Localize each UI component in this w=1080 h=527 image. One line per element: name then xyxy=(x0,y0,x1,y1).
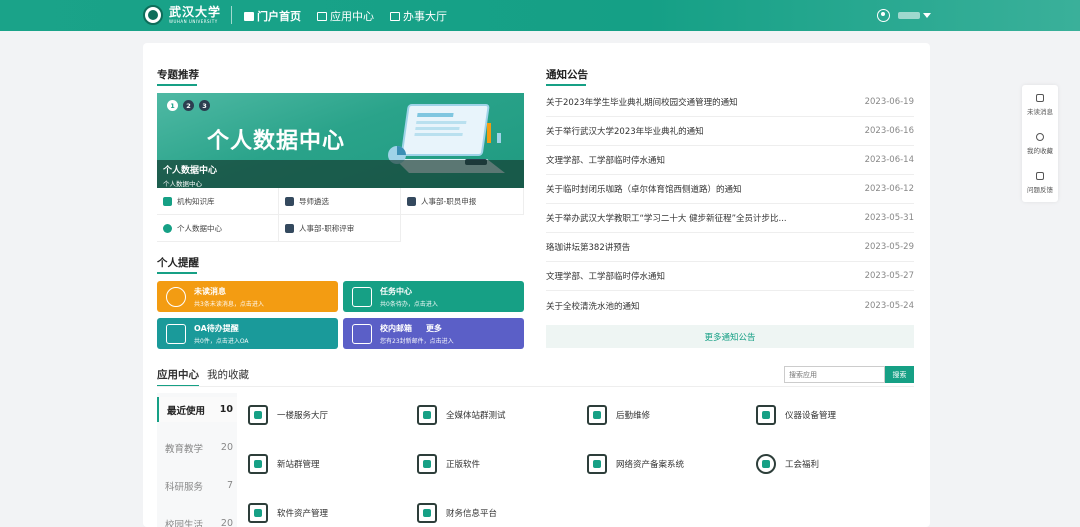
tab-divider xyxy=(157,386,914,387)
apps-icon xyxy=(317,11,327,21)
notices-title: 通知公告 xyxy=(546,67,588,86)
nav-app-center[interactable]: 应用中心 xyxy=(317,8,374,24)
banner-dot[interactable]: 2 xyxy=(183,100,194,111)
notice-item[interactable]: 文理学部、工学部临时停水通知 2023-05-27 xyxy=(546,262,914,291)
banner-headline: 个人数据中心 xyxy=(207,129,346,154)
service-hall-icon xyxy=(248,405,268,425)
app-center-tabs: 应用中心 我的收藏 xyxy=(157,367,257,387)
user-avatar-icon xyxy=(877,9,890,22)
topic-link[interactable]: 机构知识库 xyxy=(157,188,279,215)
main-card: 专题推荐 1 2 3 个人数据中心 个人数据中心 个人数据中心 机构知识库 导师… xyxy=(143,43,930,527)
notice-item[interactable]: 关于临时封闭乐咖路（卓尔体育馆西侧道路）的通知 2023-06-12 xyxy=(546,175,914,204)
feedback-icon xyxy=(1036,171,1044,180)
notice-item[interactable]: 文理学部、工学部临时停水通知 2023-06-14 xyxy=(546,146,914,175)
user-name-redacted xyxy=(898,12,920,19)
chevron-down-icon xyxy=(923,13,931,18)
app-tile[interactable]: 正版软件 xyxy=(417,454,480,474)
float-my-favorites[interactable]: 我的收藏 xyxy=(1022,124,1058,163)
banner-dot[interactable]: 3 xyxy=(199,100,210,111)
mail-icon xyxy=(352,323,372,344)
topic-link[interactable]: 个人数据中心 xyxy=(157,215,279,242)
media-site-icon xyxy=(417,405,437,425)
topic-link[interactable]: 人事部-职员申报 xyxy=(401,188,524,215)
side-float-toolbar: 未读消息 我的收藏 问题反馈 xyxy=(1022,85,1058,202)
task-icon xyxy=(352,286,372,307)
title-review-icon xyxy=(285,223,294,233)
main-nav: 门户首页 应用中心 办事大厅 xyxy=(244,8,463,24)
logo-text-en: WUHAN UNIVERSITY xyxy=(169,19,218,24)
nav-home[interactable]: 门户首页 xyxy=(244,8,301,24)
banner-pager: 1 2 3 xyxy=(167,100,215,111)
category-education[interactable]: 教育教学 20 xyxy=(157,435,237,460)
message-icon xyxy=(166,286,186,307)
mail-more-link[interactable]: 更多 xyxy=(426,324,442,333)
app-tile[interactable]: 仪器设备管理 xyxy=(756,405,836,425)
app-search: 搜索 xyxy=(784,366,914,383)
pie-chart-icon xyxy=(163,223,172,233)
union-welfare-icon xyxy=(756,454,776,474)
category-campus-life[interactable]: 校园生活 20 xyxy=(157,511,237,527)
logo-text-cn: 武汉大学 xyxy=(169,5,222,19)
reminder-unread-messages[interactable]: 未读消息 共3条未读消息，点击进入 xyxy=(157,281,338,312)
notice-item[interactable]: 关于全校清洗水池的通知 2023-05-24 xyxy=(546,291,914,320)
terminal-icon xyxy=(417,454,437,474)
app-search-input[interactable] xyxy=(784,366,885,383)
tab-app-center[interactable]: 应用中心 xyxy=(157,367,199,387)
banner-caption: 个人数据中心 个人数据中心 xyxy=(157,160,524,188)
reminders-title: 个人提醒 xyxy=(157,255,199,274)
site-group-icon xyxy=(248,454,268,474)
app-tile[interactable]: 工会福利 xyxy=(756,454,819,474)
category-recent[interactable]: 最近使用 10 xyxy=(157,397,237,422)
notice-item[interactable]: 关于举办武汉大学教职工“学习二十大 健步新征程”全员计步比... 2023-05-… xyxy=(546,204,914,233)
finance-icon xyxy=(417,503,437,523)
float-feedback[interactable]: 问题反馈 xyxy=(1022,163,1058,202)
topic-link[interactable]: 人事部-职称评审 xyxy=(279,215,401,242)
reminder-task-center[interactable]: 任务中心 共0条待办，点击进入 xyxy=(343,281,524,312)
university-logo[interactable]: 武汉大学 WUHAN UNIVERSITY xyxy=(143,5,233,25)
app-tile[interactable]: 一楼服务大厅 xyxy=(248,405,328,425)
top-bar: 武汉大学 WUHAN UNIVERSITY 门户首页 应用中心 办事大厅 xyxy=(0,0,1080,31)
topics-title: 专题推荐 xyxy=(157,67,199,86)
logo-divider xyxy=(231,6,233,24)
software-asset-icon xyxy=(248,503,268,523)
reminder-oa-todo[interactable]: OA待办提醒 共0件，点击进入OA xyxy=(157,318,338,349)
topic-banner[interactable]: 1 2 3 个人数据中心 个人数据中心 个人数据中心 xyxy=(157,93,524,188)
app-tile[interactable]: 全媒体站群测试 xyxy=(417,405,506,425)
app-search-button[interactable]: 搜索 xyxy=(885,366,914,383)
knowledge-base-icon xyxy=(163,196,172,206)
tab-my-favorites[interactable]: 我的收藏 xyxy=(207,367,249,382)
hall-icon xyxy=(390,11,400,21)
topic-links-grid: 机构知识库 导师遴选 人事部-职员申报 个人数据中心 人事部-职称评审 xyxy=(157,188,524,242)
topic-link[interactable]: 导师遴选 xyxy=(279,188,401,215)
category-research[interactable]: 科研服务 7 xyxy=(157,473,237,498)
instrument-icon xyxy=(756,405,776,425)
app-tile[interactable]: 新站群管理 xyxy=(248,454,320,474)
message-icon xyxy=(1036,93,1044,102)
banner-dot[interactable]: 1 xyxy=(167,100,178,111)
app-tile[interactable]: 网络资产备案系统 xyxy=(587,454,684,474)
staff-declare-icon xyxy=(407,196,416,206)
nav-service-hall[interactable]: 办事大厅 xyxy=(390,8,447,24)
notice-item[interactable]: 关于2023年学生毕业典礼期间校园交通管理的通知 2023-06-19 xyxy=(546,88,914,117)
more-notices-button[interactable]: 更多通知公告 xyxy=(546,325,914,348)
notice-item[interactable]: 关于举行武汉大学2023年毕业典礼的通知 2023-06-16 xyxy=(546,117,914,146)
float-unread-messages[interactable]: 未读消息 xyxy=(1022,85,1058,124)
grid-icon xyxy=(166,323,186,344)
university-seal-icon xyxy=(143,5,163,25)
mentor-selection-icon xyxy=(285,196,294,206)
star-icon xyxy=(1036,132,1044,141)
reminder-campus-mail[interactable]: 校内邮箱 更多 您有23封新邮件，点击进入 xyxy=(343,318,524,349)
network-asset-icon xyxy=(587,454,607,474)
app-tile[interactable]: 软件资产管理 xyxy=(248,503,328,523)
app-tile[interactable]: 财务信息平台 xyxy=(417,503,497,523)
repair-tools-icon xyxy=(587,405,607,425)
home-icon xyxy=(244,11,254,21)
notice-item[interactable]: 珞珈讲坛第382讲预告 2023-05-29 xyxy=(546,233,914,262)
app-tile[interactable]: 后勤维修 xyxy=(587,405,650,425)
user-menu[interactable] xyxy=(877,9,931,22)
